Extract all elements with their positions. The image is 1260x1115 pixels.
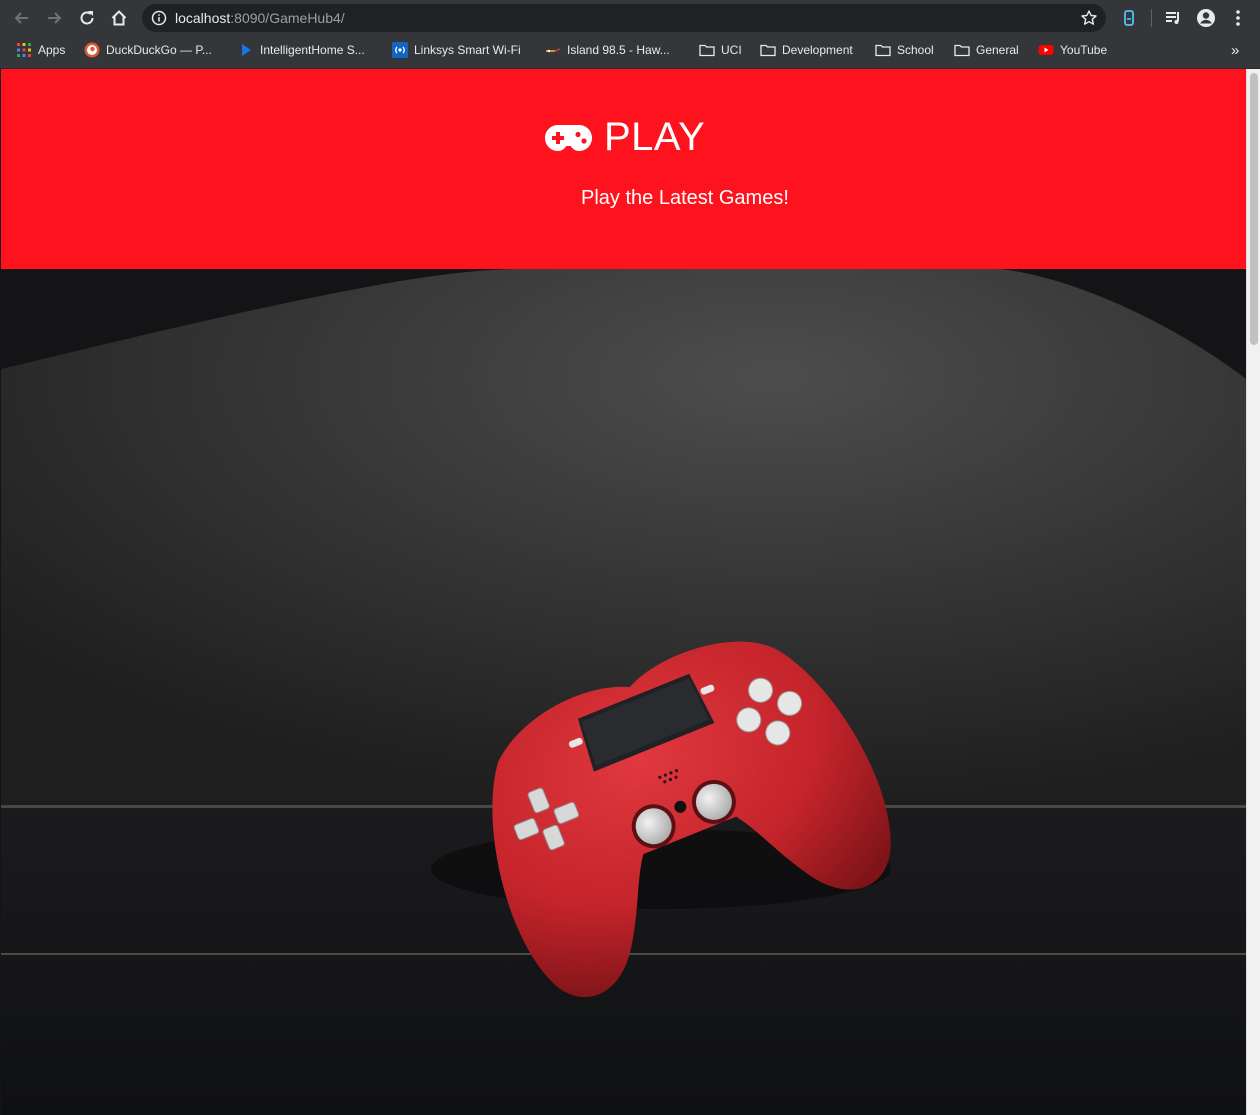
youtube-icon <box>1038 45 1054 55</box>
arrow-left-icon <box>14 12 28 24</box>
brand-title: PLAY <box>604 115 706 159</box>
extension-icon <box>1124 10 1134 26</box>
browser-toolbar: localhost:8090/GameHub4/ <box>0 0 1260 36</box>
bookmark-island-985[interactable]: Island 98.5 - Haw... <box>545 36 670 64</box>
info-icon[interactable] <box>151 10 167 31</box>
toolbar-divider <box>1151 9 1152 27</box>
bookmark-label: Development <box>782 43 853 57</box>
menu-button[interactable] <box>1226 6 1250 30</box>
bookmark-folder-development[interactable]: Development <box>760 36 853 64</box>
bookmark-label: School <box>897 43 934 57</box>
gamepad-icon <box>545 124 592 151</box>
star-icon[interactable] <box>1080 9 1098 32</box>
wifi-icon <box>392 42 408 58</box>
media-control-icon <box>1166 12 1179 24</box>
bookmark-folder-general[interactable]: General <box>954 36 1019 64</box>
folder-icon <box>760 44 776 57</box>
folder-icon <box>875 44 891 57</box>
address-bar[interactable]: localhost:8090/GameHub4/ <box>142 4 1106 32</box>
bookmark-label: Apps <box>38 43 66 57</box>
url-host: localhost <box>175 10 231 26</box>
bookmark-label: General <box>976 43 1019 57</box>
back-button[interactable] <box>10 6 34 30</box>
folder-icon <box>954 44 970 57</box>
bookmarks-overflow-button[interactable]: » <box>1231 36 1239 64</box>
media-control-button[interactable] <box>1161 6 1185 30</box>
hero-controller-image <box>1 269 1246 1115</box>
apps-grid-icon <box>17 43 31 57</box>
bookmark-intelligenthome[interactable]: IntelligentHome S... <box>238 36 365 64</box>
bookmark-label: DuckDuckGo — P... <box>106 43 212 57</box>
bookmark-apps[interactable]: Apps <box>16 36 65 64</box>
profile-button[interactable] <box>1194 6 1218 30</box>
bookmark-linksys[interactable]: Linksys Smart Wi-Fi <box>392 36 521 64</box>
page-viewport: PLAY Play the Latest Games! <box>0 69 1246 1115</box>
controller-photo <box>1 269 1246 1115</box>
arrow-right-icon <box>48 12 62 24</box>
radio-icon <box>546 48 561 53</box>
reload-button[interactable] <box>75 6 99 30</box>
tagline: Play the Latest Games! <box>581 187 789 209</box>
page-scrollbar[interactable] <box>1246 69 1260 1115</box>
url-path: :8090/GameHub4/ <box>230 10 345 26</box>
reload-icon <box>80 11 94 25</box>
bookmark-youtube[interactable]: YouTube <box>1038 36 1107 64</box>
bookmark-label: IntelligentHome S... <box>260 43 365 57</box>
site-header: PLAY Play the Latest Games! <box>1 69 1246 269</box>
bookmark-folder-school[interactable]: School <box>875 36 934 64</box>
play-triangle-icon <box>242 44 251 56</box>
duckduckgo-icon <box>84 42 100 58</box>
extension-button[interactable] <box>1117 6 1141 30</box>
url-text[interactable]: localhost:8090/GameHub4/ <box>175 10 345 26</box>
home-icon <box>111 10 127 26</box>
folder-icon <box>699 44 715 57</box>
scrollbar-thumb[interactable] <box>1250 73 1258 345</box>
home-button[interactable] <box>107 6 131 30</box>
forward-button[interactable] <box>42 6 66 30</box>
bookmarks-bar: Apps DuckDuckGo — P... IntelligentHome S… <box>0 36 1260 69</box>
profile-icon <box>1197 9 1215 27</box>
bookmark-label: Island 98.5 - Haw... <box>567 43 670 57</box>
kebab-menu-icon <box>1236 10 1240 26</box>
bookmark-label: YouTube <box>1060 43 1108 57</box>
bookmark-folder-uci[interactable]: UCI <box>699 36 742 64</box>
brand[interactable]: PLAY <box>543 115 705 160</box>
bookmark-label: UCI <box>721 43 742 57</box>
bookmark-label: Linksys Smart Wi-Fi <box>414 43 521 57</box>
bookmark-duckduckgo[interactable]: DuckDuckGo — P... <box>84 36 212 64</box>
